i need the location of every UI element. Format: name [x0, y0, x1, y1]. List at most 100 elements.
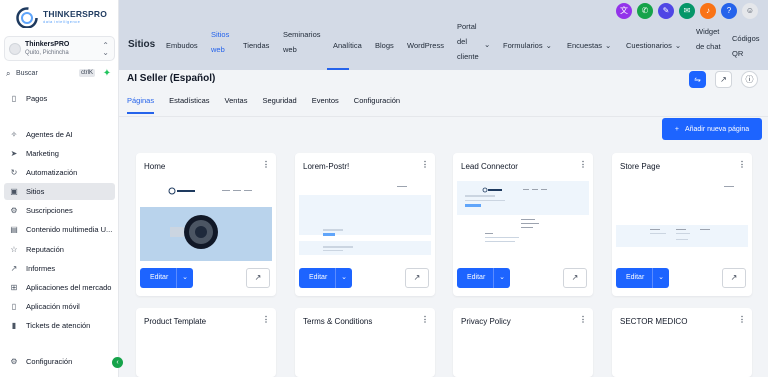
- sidebar-item-configuracion[interactable]: ⚙ Configuración: [4, 353, 115, 370]
- tab-encuestas[interactable]: Encuestas ⌄: [567, 41, 611, 50]
- card-thumbnail: [299, 181, 431, 261]
- sidebar-item-label: Tickets de atención: [26, 321, 91, 330]
- tab-wordpress[interactable]: WordPress: [407, 41, 444, 50]
- add-page-button[interactable]: + Añadir nueva página: [662, 118, 762, 140]
- sidebar-item-sitios[interactable]: ▣ Sitios: [4, 183, 115, 200]
- info-button[interactable]: ⓘ: [741, 71, 758, 88]
- tab-configuracion[interactable]: Configuración: [354, 96, 400, 114]
- page-card[interactable]: Lead Connector ⋮ Editar ⌄ ↗: [453, 153, 593, 296]
- open-external-icon[interactable]: ↗: [722, 268, 746, 288]
- sidebar-item-reputacion[interactable]: ☆ Reputación: [4, 241, 115, 258]
- more-options-icon[interactable]: ⋮: [262, 160, 270, 169]
- tab-paginas[interactable]: Páginas: [127, 96, 155, 114]
- thumbnail-preview-image: [140, 181, 272, 261]
- send-icon: ➤: [10, 149, 18, 158]
- browser-icon: ▣: [10, 187, 18, 196]
- sidebar-item-label: Aplicación móvil: [26, 302, 80, 311]
- tab-widget-chat[interactable]: Widget de chat: [696, 24, 722, 54]
- tab-estadisticas[interactable]: Estadísticas: [169, 96, 209, 114]
- collapse-sidebar-button[interactable]: ‹: [112, 357, 123, 368]
- chevron-down-icon[interactable]: ⌄: [652, 268, 669, 288]
- more-options-icon[interactable]: ⋮: [421, 315, 429, 324]
- account-location: Quito, Pichincha: [25, 50, 69, 56]
- tab-eventos[interactable]: Eventos: [312, 96, 339, 114]
- tab-embudos[interactable]: Embudos: [166, 41, 198, 50]
- chevron-down-icon[interactable]: ⌄: [176, 268, 193, 288]
- sidebar-item-automatizacion[interactable]: ↻ Automatización: [4, 164, 115, 181]
- tab-seminarios-web[interactable]: Seminarios web: [283, 27, 323, 57]
- external-link-button[interactable]: ↗: [715, 71, 732, 88]
- tab-sitios-web[interactable]: Sitios web: [211, 27, 233, 57]
- phone-call-icon[interactable]: ✆: [637, 3, 653, 19]
- main-content: AI Seller (Español) ⇋ ↗ ⓘ Páginas Estadí…: [119, 70, 768, 377]
- open-external-icon[interactable]: ↗: [405, 268, 429, 288]
- page-card[interactable]: Store Page ⋮ Editar ⌄ ↗: [612, 153, 752, 296]
- bell-icon[interactable]: ♪: [700, 3, 716, 19]
- sidebar-item-contenido[interactable]: ▤ Contenido multimedia U...: [4, 221, 115, 238]
- page-card[interactable]: Terms & Conditions ⋮: [295, 308, 435, 377]
- add-page-label: Añadir nueva página: [684, 125, 750, 133]
- page-card[interactable]: Lorem-Postr! ⋮ Editar ⌄ ↗: [295, 153, 435, 296]
- page-card[interactable]: Privacy Policy ⋮: [453, 308, 593, 377]
- brand-logo[interactable]: THINKERSPRO data intelligence: [14, 4, 107, 28]
- header-actions: 文 ✆ ✎ ✉ ♪ ? ☺: [616, 3, 758, 19]
- more-options-icon[interactable]: ⋮: [579, 315, 587, 324]
- thumbnail-preview-image: [299, 181, 431, 261]
- search-shortcut: ctrlK: [79, 69, 95, 77]
- more-options-icon[interactable]: ⋮: [262, 315, 270, 324]
- chevron-down-icon[interactable]: ⌄: [493, 268, 510, 288]
- tab-ventas[interactable]: Ventas: [225, 96, 248, 114]
- sidebar-item-pagos[interactable]: ▯ Pagos: [4, 90, 115, 107]
- tab-portal-cliente[interactable]: Portal del cliente: [457, 19, 483, 64]
- section-menu: Sitios Embudos Sitios web Tiendas Semina…: [119, 22, 768, 70]
- tab-blogs[interactable]: Blogs: [375, 41, 394, 50]
- tab-tiendas[interactable]: Tiendas: [243, 41, 269, 50]
- more-options-icon[interactable]: ⋮: [738, 315, 746, 324]
- sidebar-item-tickets[interactable]: ▮ Tickets de atención: [4, 317, 115, 334]
- media-icon: ▤: [10, 225, 18, 234]
- sidebar-item-aplicacion-movil[interactable]: ▯ Aplicación móvil: [4, 298, 115, 315]
- chevron-down-icon[interactable]: ⌄: [335, 268, 352, 288]
- sidebar-item-marketing[interactable]: ➤ Marketing: [4, 145, 115, 162]
- more-options-icon[interactable]: ⋮: [738, 160, 746, 169]
- user-avatar[interactable]: ☺: [742, 3, 758, 19]
- page-title: AI Seller (Español): [127, 73, 216, 84]
- edit-button[interactable]: Editar ⌄: [140, 268, 193, 288]
- edit-label: Editar: [467, 274, 486, 281]
- sidebar-item-agentes-ai[interactable]: ✧ Agentes de AI: [4, 126, 115, 143]
- card-title: Product Template: [144, 317, 207, 326]
- more-options-icon[interactable]: ⋮: [421, 160, 429, 169]
- tabs-divider: [119, 116, 768, 117]
- search-input[interactable]: ⌕ Buscar ctrlK: [4, 68, 96, 81]
- page-card[interactable]: SECTOR MEDICO ⋮: [612, 308, 752, 377]
- tab-seguridad[interactable]: Seguridad: [262, 96, 296, 114]
- translate-icon[interactable]: 文: [616, 3, 632, 19]
- megaphone-icon[interactable]: ✎: [658, 3, 674, 19]
- tab-formularios[interactable]: Formularios ⌄: [503, 41, 552, 50]
- chevron-down-icon[interactable]: ⌄: [484, 40, 490, 49]
- page-card[interactable]: Home ⋮ Editar ⌄ ↗: [136, 153, 276, 296]
- quick-add-button[interactable]: ✦: [101, 68, 113, 80]
- sidebar-item-suscripciones[interactable]: ⚙ Suscripciones: [4, 202, 115, 219]
- share-button[interactable]: ⇋: [689, 71, 706, 88]
- tab-cuestionarios[interactable]: Cuestionarios ⌄: [626, 41, 681, 50]
- page-card[interactable]: Product Template ⋮: [136, 308, 276, 377]
- more-options-icon[interactable]: ⋮: [579, 160, 587, 169]
- wallet-icon: ▯: [11, 94, 17, 103]
- sidebar-item-label: Agentes de AI: [26, 130, 73, 139]
- chevron-down-icon: ⌄: [545, 41, 552, 50]
- chevron-updown-icon: ⌃ ⌄: [102, 41, 109, 57]
- tab-codigos-qr[interactable]: Códigos QR: [732, 31, 762, 61]
- open-external-icon[interactable]: ↗: [563, 268, 587, 288]
- sidebar-item-informes[interactable]: ↗ Informes: [4, 260, 115, 277]
- edit-button[interactable]: Editar ⌄: [616, 268, 669, 288]
- sidebar-item-aplicaciones[interactable]: ⊞ Aplicaciones del mercado: [4, 279, 115, 296]
- card-thumbnail: [140, 181, 272, 261]
- feedback-icon[interactable]: ✉: [679, 3, 695, 19]
- edit-button[interactable]: Editar ⌄: [457, 268, 510, 288]
- open-external-icon[interactable]: ↗: [246, 268, 270, 288]
- edit-button[interactable]: Editar ⌄: [299, 268, 352, 288]
- tab-analitica[interactable]: Analítica: [333, 41, 362, 50]
- help-icon[interactable]: ?: [721, 3, 737, 19]
- account-switcher[interactable]: ThinkersPRO Quito, Pichincha ⌃ ⌄: [4, 36, 115, 61]
